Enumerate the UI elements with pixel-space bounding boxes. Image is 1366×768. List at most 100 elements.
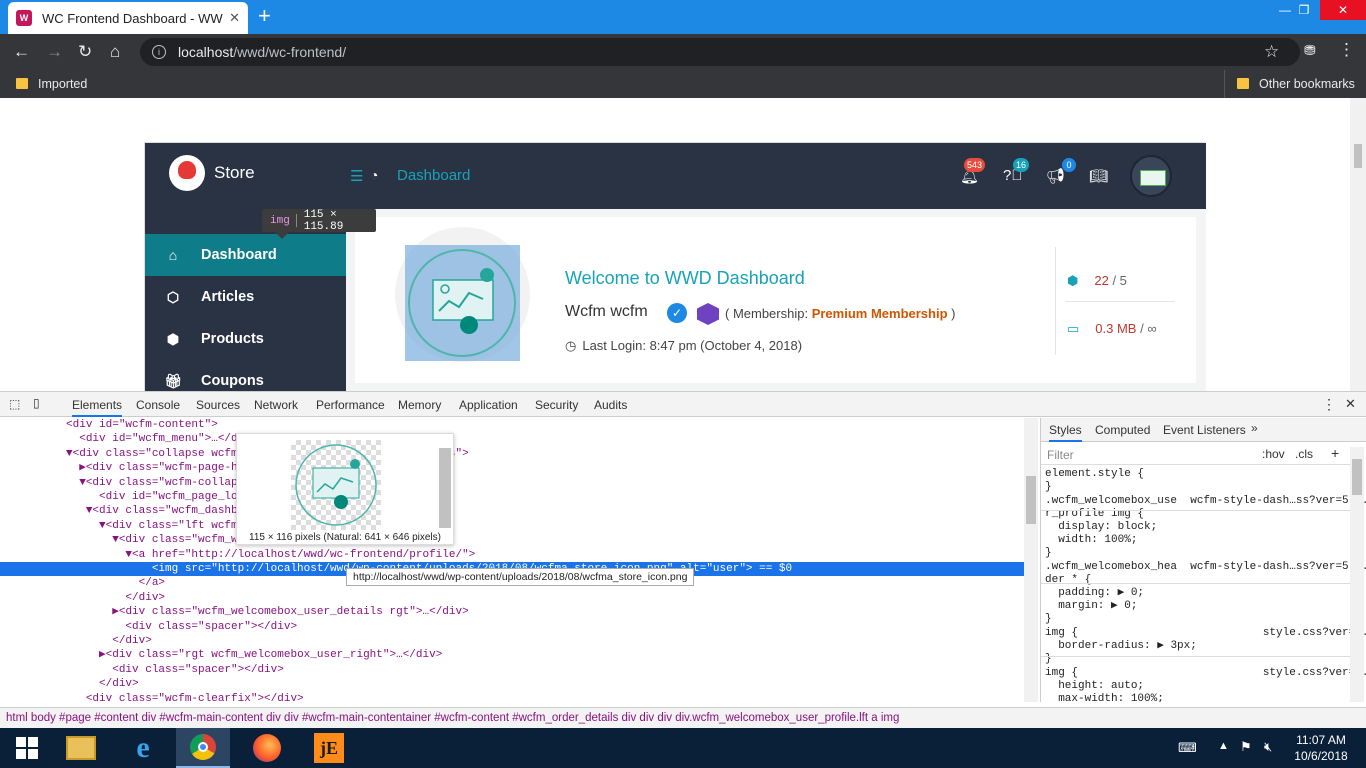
site-info-icon[interactable]: i: [152, 45, 166, 59]
hov-toggle[interactable]: :hov: [1262, 447, 1285, 461]
dom-node[interactable]: ▼<div class="lft wcfm_welcomebox_header"…: [0, 519, 1024, 533]
dom-node[interactable]: </div>: [0, 591, 1024, 605]
style-line[interactable]: element.style {: [1045, 468, 1144, 481]
tab-network[interactable]: Network: [254, 398, 298, 412]
cls-toggle[interactable]: .cls: [1295, 447, 1313, 461]
style-line[interactable]: display: block;: [1045, 521, 1157, 534]
user-name[interactable]: Wcfm wcfm: [565, 303, 648, 321]
style-line[interactable]: .wcfm_welcomebox_hea wcfm-style-dash…ss?…: [1045, 561, 1366, 574]
style-line[interactable]: }: [1045, 613, 1052, 626]
styles-scrollbar[interactable]: [1350, 447, 1364, 702]
style-line[interactable]: }: [1045, 653, 1052, 666]
style-line[interactable]: }: [1045, 481, 1052, 494]
bookmark-star-icon[interactable]: ☆: [1264, 42, 1279, 62]
keyboard-icon[interactable]: ⌨: [1178, 740, 1197, 756]
sidebar-item-articles[interactable]: ⬡ Articles: [145, 276, 346, 318]
tab-elements[interactable]: Elements: [72, 398, 123, 417]
dom-node[interactable]: <div id="wcfm_menu">…</div>: [0, 432, 1024, 446]
devtools-close-icon[interactable]: ✕: [1345, 396, 1356, 412]
file-explorer-icon[interactable]: [54, 728, 108, 768]
preview-scrollbar[interactable]: [439, 448, 451, 528]
style-line[interactable]: .wcfm_welcomebox_use wcfm-style-dash…ss?…: [1045, 495, 1366, 508]
volume-icon[interactable]: 🔇︎: [1264, 739, 1272, 755]
sidebar-item-coupons[interactable]: 🎁︎ Coupons: [145, 360, 346, 391]
dom-node[interactable]: ▶<div class="rgt wcfm_welcomebox_user_ri…: [0, 648, 1024, 662]
device-toggle-icon[interactable]: ▯: [33, 396, 40, 410]
style-line[interactable]: padding: ▶ 0;: [1045, 587, 1144, 600]
style-line[interactable]: margin: ▶ 0;: [1045, 600, 1137, 613]
new-tab-icon[interactable]: +: [258, 5, 271, 27]
tab-application[interactable]: Application: [459, 398, 518, 412]
forward-icon[interactable]: →: [46, 42, 63, 62]
extension-icon[interactable]: ⛃: [1304, 42, 1316, 59]
dom-node[interactable]: ▼<div class="wcfm-collapse-content">: [0, 476, 1024, 490]
dom-node[interactable]: ▼<div class="collapse wcfm-collapse" id=…: [0, 447, 1024, 461]
style-line[interactable]: der * {: [1045, 574, 1091, 587]
store-name[interactable]: Store: [214, 163, 255, 183]
dom-node[interactable]: <div class="spacer"></div>: [0, 620, 1024, 634]
restore-icon[interactable]: ❐: [1290, 0, 1318, 20]
clock[interactable]: 11:07 AM 10/6/2018: [1286, 732, 1356, 764]
bookmark-other[interactable]: Other bookmarks: [1237, 77, 1355, 91]
tab-console[interactable]: Console: [136, 398, 180, 412]
dom-node[interactable]: ▼<a href="http://localhost/wwd/wc-fronte…: [0, 548, 1024, 562]
devtools-menu-icon[interactable]: ⋮: [1322, 396, 1336, 413]
style-line[interactable]: width: 100%;: [1045, 534, 1137, 547]
jedit-icon[interactable]: jE: [302, 728, 356, 768]
sidebar-item-dashboard[interactable]: ⌂ Dashboard: [145, 234, 346, 276]
address-bar[interactable]: i localhost/wwd/wc-frontend/: [140, 38, 1300, 66]
dom-node[interactable]: <div class="spacer"></div>: [0, 663, 1024, 677]
add-rule-icon[interactable]: +: [1331, 445, 1339, 461]
browser-menu-icon[interactable]: ⋮: [1338, 40, 1355, 60]
tab-memory[interactable]: Memory: [398, 398, 441, 412]
membership-link[interactable]: Premium Membership: [812, 306, 948, 321]
dom-node[interactable]: <div id="wcfm-content">: [0, 418, 1024, 432]
page-scrollbar[interactable]: [1350, 98, 1366, 391]
styles-filter-input[interactable]: Filter: [1047, 448, 1074, 462]
home-nav-icon[interactable]: ⌂: [110, 42, 120, 62]
tab-styles[interactable]: Styles: [1049, 423, 1082, 442]
menu-toggle-icon[interactable]: ☰: [350, 167, 363, 185]
style-line[interactable]: img { style.css?ver=2.3.3:33: [1045, 667, 1366, 680]
dom-scrollbar[interactable]: [1024, 418, 1038, 702]
back-icon[interactable]: ←: [13, 42, 30, 62]
book-icon[interactable]: 📖︎: [1089, 167, 1108, 185]
tab-audits[interactable]: Audits: [594, 398, 627, 412]
profile-image[interactable]: [405, 245, 520, 361]
dom-node[interactable]: ▶<div class="wcfm-page-headig">…</div>: [0, 461, 1024, 475]
internet-explorer-icon[interactable]: e: [116, 728, 170, 768]
dom-node[interactable]: <div class="wcfm-clearfix"></div>: [0, 692, 1024, 702]
style-line[interactable]: max-width: 100%;: [1045, 693, 1164, 702]
tab-sources[interactable]: Sources: [196, 398, 240, 412]
dom-node[interactable]: </div>: [0, 634, 1024, 648]
style-line[interactable]: height: auto;: [1045, 680, 1144, 693]
user-avatar[interactable]: [1130, 155, 1172, 197]
inspect-icon[interactable]: ⬚: [9, 397, 20, 411]
browser-tab[interactable]: W WC Frontend Dashboard - WWD ✕: [8, 2, 248, 34]
chrome-icon[interactable]: [176, 728, 230, 768]
style-line[interactable]: img { style.css?ver=2.3.3:33: [1045, 627, 1366, 640]
dom-node[interactable]: ▶<div class="wcfm_welcomebox_user_detail…: [0, 605, 1024, 619]
dom-node[interactable]: </div>: [0, 677, 1024, 691]
tray-arrow-icon[interactable]: ▲: [1218, 740, 1229, 752]
tab-close-icon[interactable]: ✕: [229, 10, 240, 26]
bullhorn-icon[interactable]: 📢︎: [1046, 167, 1065, 185]
tab-computed[interactable]: Computed: [1095, 423, 1150, 437]
window-close-icon[interactable]: ✕: [1320, 0, 1366, 20]
more-tabs-icon[interactable]: »: [1251, 421, 1258, 435]
sidebar-item-products[interactable]: ⬢ Products: [145, 318, 346, 360]
store-logo[interactable]: [169, 155, 205, 191]
dom-node[interactable]: ▼<div class="wcfm_welcomebox_user">: [0, 533, 1024, 547]
bookmark-imported[interactable]: Imported: [16, 77, 87, 91]
style-line[interactable]: }: [1045, 547, 1052, 560]
reload-icon[interactable]: ↻: [78, 42, 92, 62]
tab-performance[interactable]: Performance: [316, 398, 385, 412]
start-button[interactable]: [0, 728, 54, 768]
tab-security[interactable]: Security: [535, 398, 578, 412]
dom-node[interactable]: <div id="wcfm_page_load"></div>: [0, 490, 1024, 504]
dom-node[interactable]: ▼<div class="wcfm_dashboard_welcome_cont…: [0, 504, 1024, 518]
network-icon[interactable]: ⚑: [1240, 739, 1252, 755]
firefox-icon[interactable]: [240, 728, 294, 768]
style-line[interactable]: border-radius: ▶ 3px;: [1045, 640, 1197, 653]
tab-event-listeners[interactable]: Event Listeners: [1163, 423, 1246, 437]
